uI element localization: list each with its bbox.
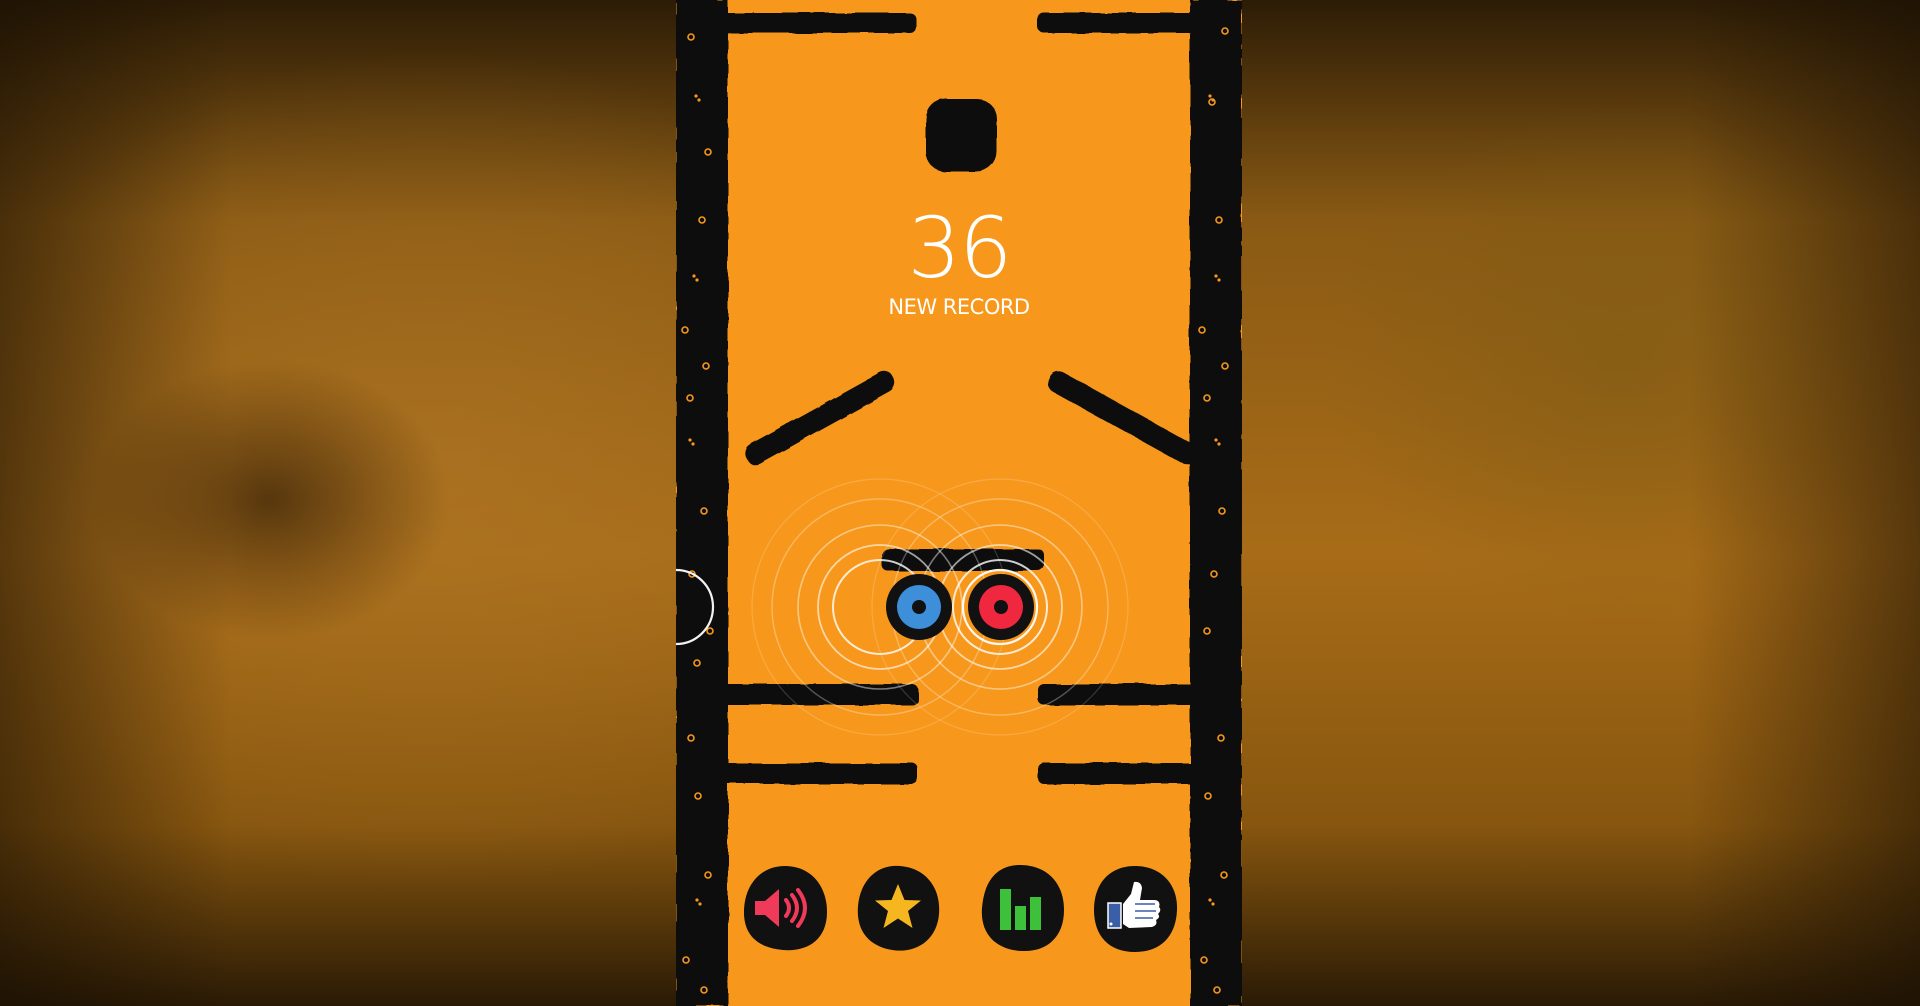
leaderboard-button[interactable] xyxy=(978,862,1066,954)
red-ball xyxy=(968,574,1034,640)
platform-low-left-2 xyxy=(716,763,918,784)
bar-chart-icon xyxy=(1000,889,1041,930)
game-screen[interactable]: 36 NEW RECORD xyxy=(676,0,1242,1006)
thumbs-up-icon xyxy=(1107,881,1161,929)
left-wall xyxy=(676,0,728,1006)
wall-dots xyxy=(681,27,1229,994)
score-counter: 36 xyxy=(907,199,1013,297)
like-button[interactable] xyxy=(1091,862,1179,954)
falling-block xyxy=(926,99,997,172)
platform-low-right-2 xyxy=(1038,763,1204,784)
rate-button[interactable] xyxy=(854,862,942,954)
right-wall xyxy=(1190,0,1242,1006)
platform-top-right xyxy=(1038,13,1202,33)
platform-top-left xyxy=(716,13,916,33)
star-icon xyxy=(875,884,921,928)
new-record-label: NEW RECORD xyxy=(888,295,1030,319)
platform-slant-left xyxy=(744,371,896,465)
game-field xyxy=(676,0,1242,1006)
speaker-icon xyxy=(755,888,807,928)
platform-slant-right xyxy=(1047,371,1199,465)
sound-button[interactable] xyxy=(741,862,829,954)
blue-ball xyxy=(886,574,952,640)
